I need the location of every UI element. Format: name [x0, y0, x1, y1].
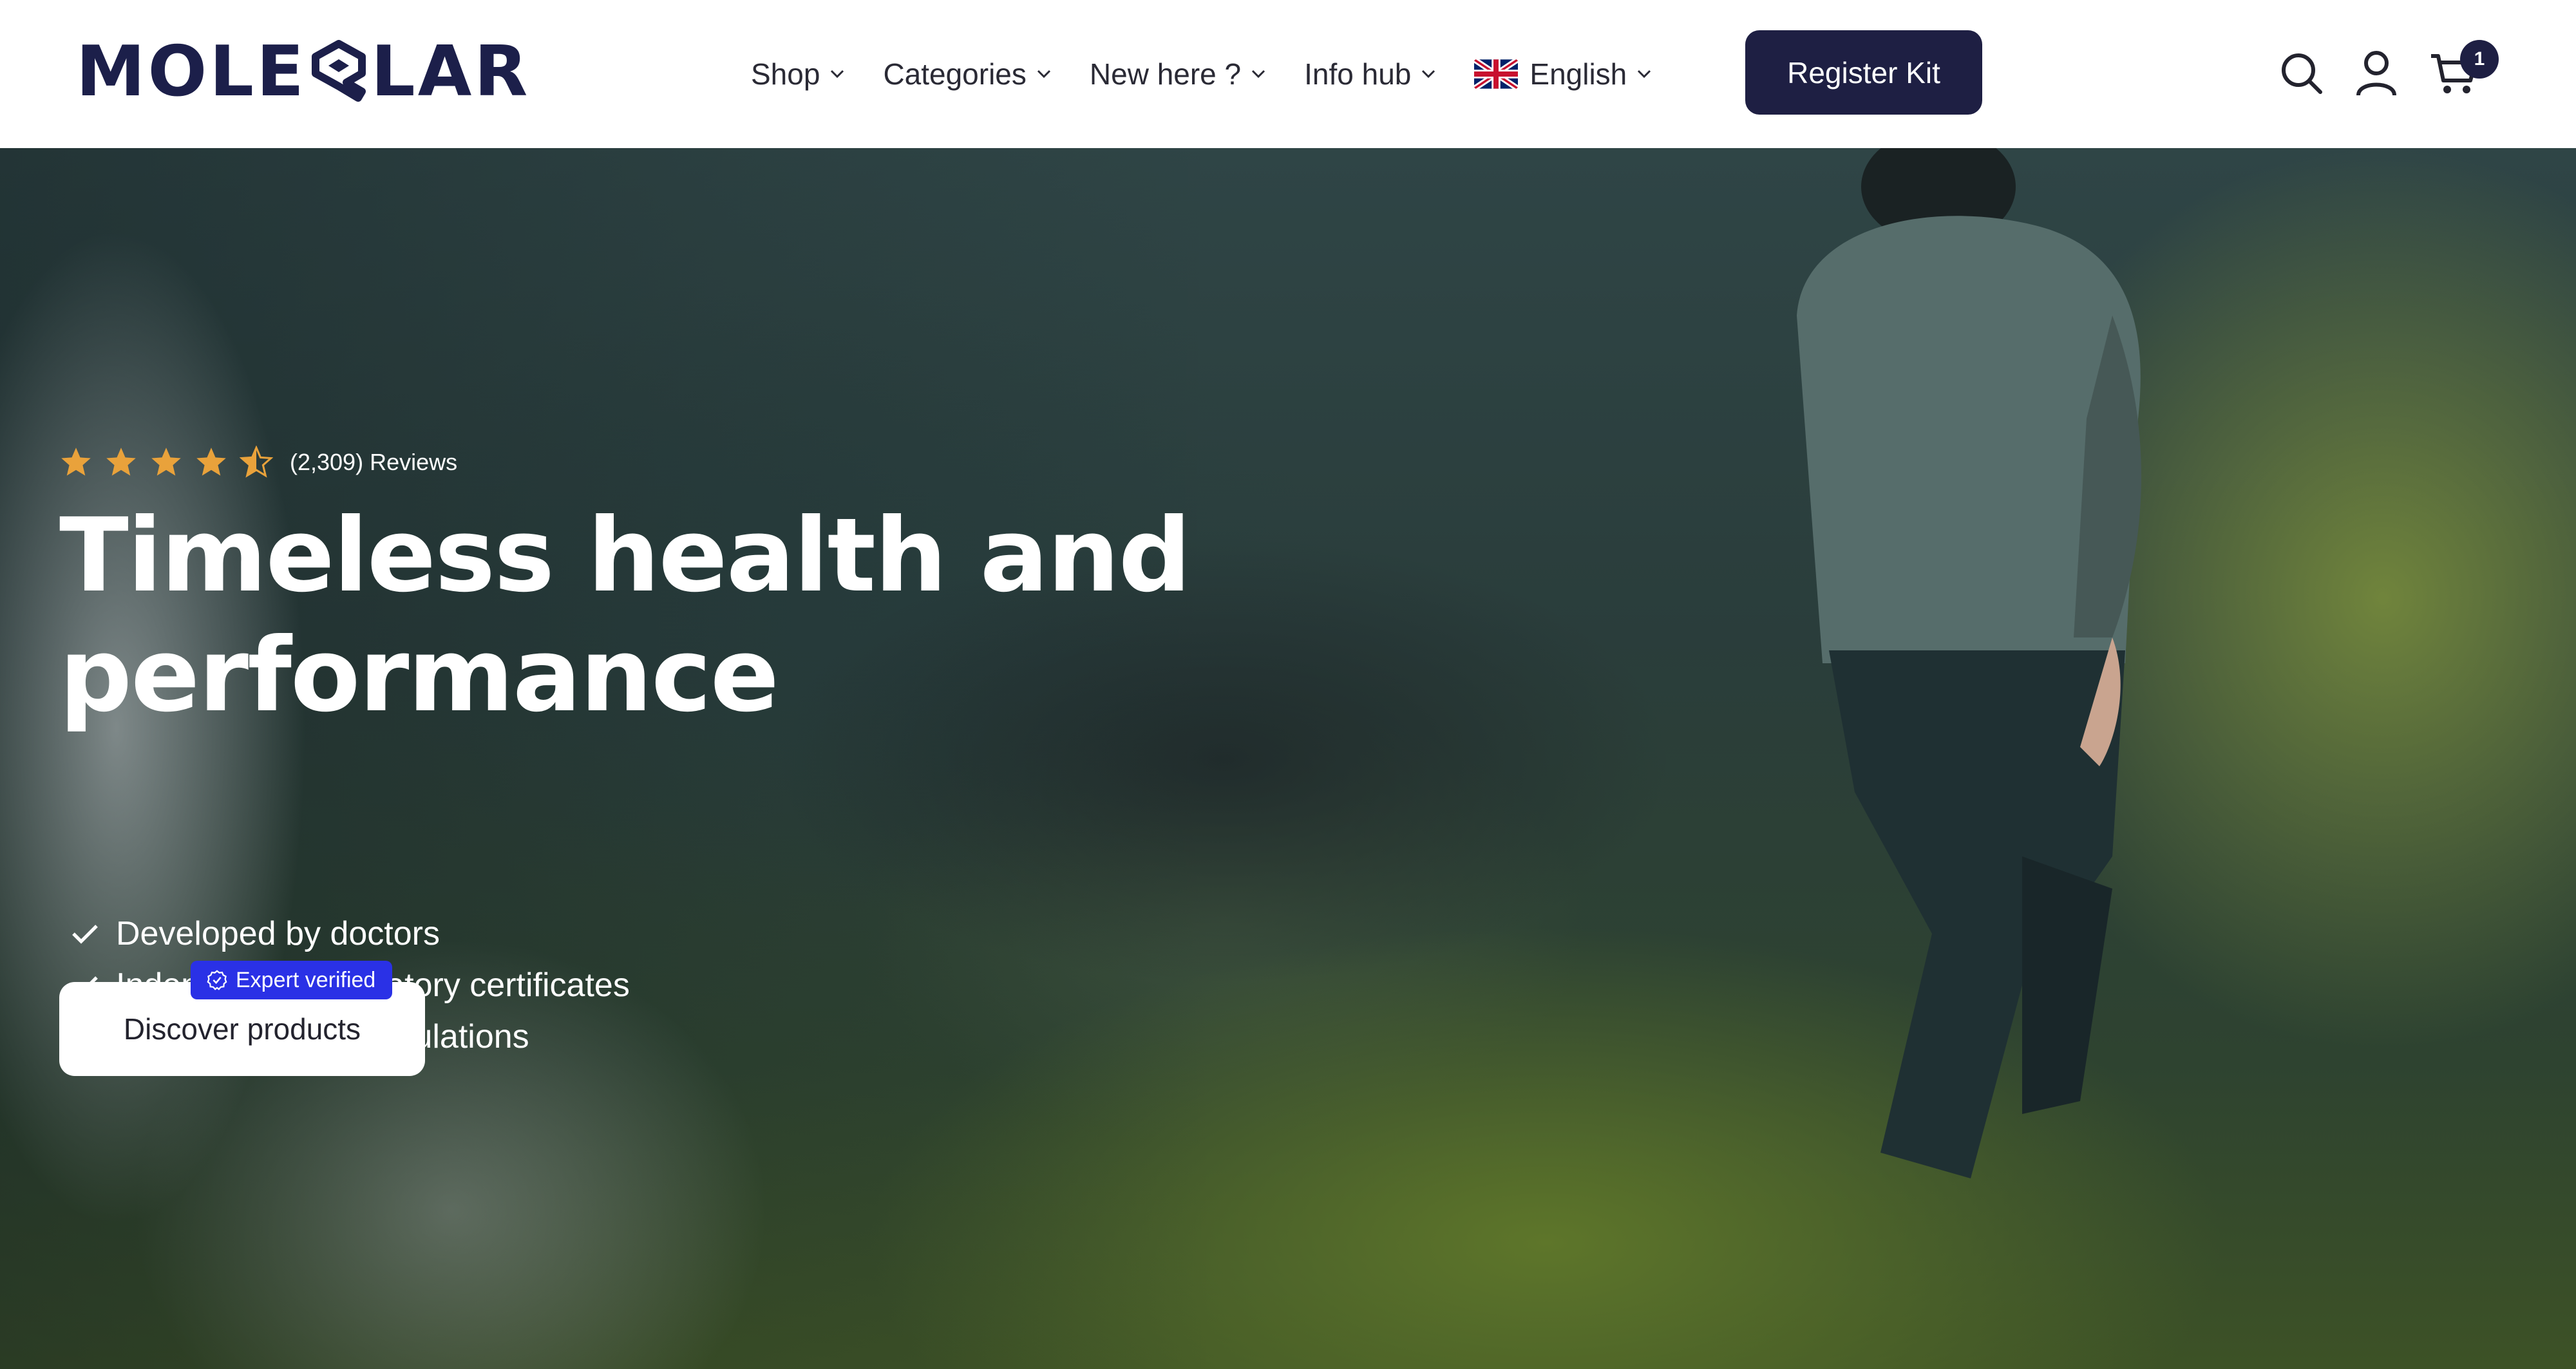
hero-overlay: [0, 148, 1224, 1369]
hero-section: (2,309) Reviews Timeless health and perf…: [0, 148, 2576, 1369]
language-selector[interactable]: English: [1474, 57, 1651, 91]
logo-text-right: LAR: [370, 32, 531, 112]
verified-seal-icon: [207, 970, 227, 990]
star-full-icon: [61, 448, 91, 476]
logo-mark-icon: [311, 40, 366, 102]
language-label: English: [1530, 57, 1627, 91]
list-item: Developed by doctors: [70, 908, 630, 959]
nav-item-label: Shop: [751, 57, 820, 91]
user-icon[interactable]: [2349, 46, 2403, 100]
chevron-down-icon: [1037, 70, 1051, 79]
expert-verified-badge: Expert verified: [191, 961, 393, 999]
rating-row: (2,309) Reviews: [59, 446, 457, 479]
chevron-down-icon: [1251, 70, 1265, 79]
reviews-count[interactable]: (2,309) Reviews: [290, 449, 457, 476]
nav-item-label: Info hub: [1304, 57, 1412, 91]
feature-text: Developed by doctors: [116, 915, 440, 952]
check-icon: [72, 925, 98, 944]
nav-item-new-here[interactable]: New here ?: [1090, 57, 1265, 91]
hero-title: Timeless health and performance: [59, 496, 1191, 735]
nav-item-info-hub[interactable]: Info hub: [1304, 57, 1435, 91]
star-full-icon: [151, 448, 181, 476]
search-icon[interactable]: [2275, 46, 2329, 100]
site-header: MOLE LAR Shop Categories New here ? Info…: [0, 0, 2576, 148]
star-full-icon: [196, 448, 226, 476]
nav-item-label: New here ?: [1089, 57, 1242, 91]
logo-text-left: MOLE: [76, 32, 307, 112]
register-kit-button[interactable]: Register Kit: [1745, 30, 1982, 115]
badge-label: Expert verified: [236, 967, 376, 992]
chevron-down-icon: [1421, 70, 1435, 79]
nav-item-label: Categories: [883, 57, 1027, 91]
uk-flag-icon: [1474, 59, 1519, 89]
nav-item-categories[interactable]: Categories: [883, 57, 1050, 91]
chevron-down-icon: [1637, 70, 1651, 79]
runner-figure: [1797, 148, 2141, 1178]
brand-logo[interactable]: MOLE LAR: [76, 32, 531, 112]
nav-item-shop[interactable]: Shop: [751, 57, 844, 91]
star-full-icon: [106, 448, 136, 476]
chevron-down-icon: [830, 70, 844, 79]
star-half-icon: [240, 446, 273, 478]
main-nav: Shop Categories New here ? Info hub Engl…: [751, 0, 1690, 148]
cart-count-badge: 1: [2460, 40, 2499, 79]
